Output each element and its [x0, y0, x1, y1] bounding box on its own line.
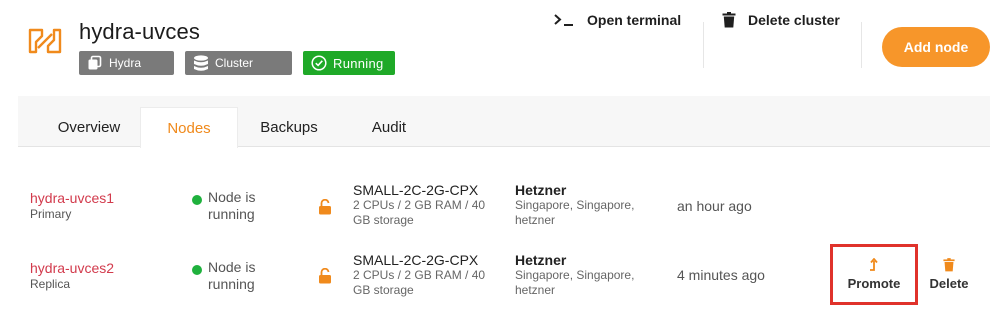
plan-name: SMALL-2C-2G-CPX — [353, 252, 479, 268]
provider-location: Singapore, Singapore, hetzner — [515, 198, 635, 227]
node-row: hydra-uvces1 Primary Node is running SMA… — [18, 170, 990, 240]
node-created-time: an hour ago — [677, 198, 752, 214]
node-name-link[interactable]: hydra-uvces1 — [30, 190, 114, 206]
node-status: Node is running — [192, 259, 278, 293]
tab-nodes[interactable]: Nodes — [140, 107, 238, 148]
cluster-badges: Hydra Cluster Running — [79, 51, 395, 75]
provider-name: Hetzner — [515, 252, 567, 268]
status-dot-icon — [192, 265, 202, 275]
node-identity: hydra-uvces2 Replica — [30, 260, 114, 291]
cluster-title: hydra-uvces — [79, 19, 200, 44]
tab-bar: Overview Nodes Backups Audit — [18, 96, 990, 148]
cluster-badge: Cluster — [185, 51, 292, 75]
node-provider: Hetzner Singapore, Singapore, hetzner — [515, 182, 655, 228]
node-status-text: Node is running — [208, 189, 256, 222]
hydra-badge-label: Hydra — [109, 56, 142, 70]
add-node-button[interactable]: Add node — [882, 27, 990, 67]
plan-name: SMALL-2C-2G-CPX — [353, 182, 479, 198]
promote-label: Promote — [847, 276, 901, 291]
status-dot-icon — [192, 195, 202, 205]
running-badge-label: Running — [333, 55, 384, 71]
promote-button[interactable]: Promote — [830, 244, 918, 305]
tab-backups[interactable]: Backups — [240, 107, 338, 147]
node-plan: SMALL-2C-2G-CPX 2 CPUs / 2 GB RAM / 40 G… — [353, 182, 503, 228]
plan-spec: 2 CPUs / 2 GB RAM / 40 GB storage — [353, 268, 486, 297]
delete-node-label: Delete — [929, 276, 969, 291]
provider-location: Singapore, Singapore, hetzner — [515, 268, 635, 297]
node-status: Node is running — [192, 189, 278, 223]
check-circle-icon — [311, 55, 327, 71]
hydra-badge: Hydra — [79, 51, 174, 75]
provider-name: Hetzner — [515, 182, 567, 198]
open-terminal-label: Open terminal — [587, 12, 682, 28]
unlocked-icon[interactable] — [318, 199, 332, 215]
node-identity: hydra-uvces1 Primary — [30, 190, 114, 221]
tab-overview[interactable]: Overview — [40, 107, 138, 147]
actions-divider — [703, 22, 704, 68]
node-status-text: Node is running — [208, 259, 256, 292]
node-role: Primary — [30, 207, 72, 221]
trash-icon — [943, 258, 955, 272]
copy-icon — [88, 55, 102, 70]
delete-cluster-button[interactable]: Delete cluster — [722, 0, 840, 40]
node-created-time: 4 minutes ago — [677, 267, 765, 283]
node-role: Replica — [30, 277, 71, 291]
terminal-icon — [554, 14, 573, 26]
node-plan: SMALL-2C-2G-CPX 2 CPUs / 2 GB RAM / 40 G… — [353, 252, 503, 298]
delete-cluster-label: Delete cluster — [748, 12, 840, 28]
tab-audit[interactable]: Audit — [340, 107, 438, 147]
actions-divider — [861, 22, 862, 68]
trash-icon — [722, 12, 736, 28]
open-terminal-button[interactable]: Open terminal — [553, 0, 681, 40]
promote-arrow-icon — [870, 258, 878, 271]
cluster-badge-label: Cluster — [215, 56, 254, 70]
node-provider: Hetzner Singapore, Singapore, hetzner — [515, 252, 655, 298]
database-icon — [194, 54, 208, 71]
plan-spec: 2 CPUs / 2 GB RAM / 40 GB storage — [353, 198, 486, 227]
delete-node-button[interactable]: Delete — [928, 258, 970, 291]
running-status-badge: Running — [303, 51, 395, 75]
unlocked-icon[interactable] — [318, 268, 332, 284]
hydra-logo-icon — [28, 28, 62, 54]
node-name-link[interactable]: hydra-uvces2 — [30, 260, 114, 276]
cluster-header: hydra-uvces Hydra Cluster Running Open t… — [0, 0, 1007, 96]
